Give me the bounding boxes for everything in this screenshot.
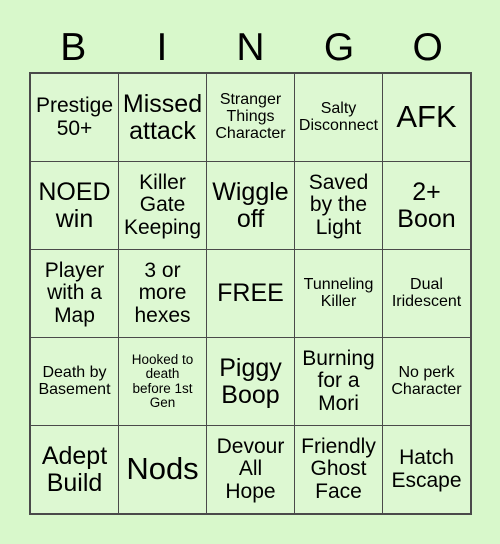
bingo-cell-r5c2[interactable]: Nods [119, 426, 206, 513]
bingo-cell-label: Dual Iridescent [391, 275, 462, 310]
bingo-cell-label: 2+ Boon [397, 178, 456, 233]
bingo-cell-r1c3[interactable]: Stranger Things Character [207, 74, 294, 161]
bingo-cell-r3c1[interactable]: Player with a Map [31, 250, 118, 337]
header-letter-b: B [60, 25, 87, 69]
header-letter-n: N [236, 25, 265, 69]
bingo-cell-label: Prestige 50+ [35, 94, 114, 140]
bingo-cell-r5c1[interactable]: Adept Build [31, 426, 118, 513]
bingo-header: B I N G O [29, 22, 472, 72]
bingo-cell-r5c5[interactable]: Hatch Escape [383, 426, 470, 513]
bingo-cell-r2c2[interactable]: Killer Gate Keeping [119, 162, 206, 249]
bingo-cell-r4c2[interactable]: Hooked to death before 1st Gen [119, 338, 206, 425]
bingo-cell-label: Nods [126, 451, 199, 487]
bingo-cell-label: Friendly Ghost Face [301, 435, 376, 503]
bingo-cell-label: Burning for a Mori [302, 347, 375, 415]
bingo-cell-label: Hatch Escape [391, 446, 462, 492]
bingo-cell-r4c4[interactable]: Burning for a Mori [295, 338, 382, 425]
bingo-cell-label: Stranger Things Character [215, 91, 286, 142]
bingo-cell-label: Wiggle off [212, 178, 289, 233]
bingo-cell-r1c4[interactable]: Salty Disconnect [295, 74, 382, 161]
bingo-cell-r4c5[interactable]: No perk Character [383, 338, 470, 425]
bingo-cell-r2c3[interactable]: Wiggle off [207, 162, 294, 249]
bingo-cell-r3c2[interactable]: 3 or more hexes [119, 250, 206, 337]
bingo-cell-r2c4[interactable]: Saved by the Light [295, 162, 382, 249]
bingo-cell-label: Hooked to death before 1st Gen [131, 351, 194, 410]
bingo-cell-label: Saved by the Light [308, 171, 369, 239]
bingo-cell-r4c1[interactable]: Death by Basement [31, 338, 118, 425]
bingo-cell-label: FREE [217, 279, 284, 308]
bingo-grid: Prestige 50+ Missed attack Stranger Things… [29, 72, 472, 515]
bingo-cell-label: NOED win [38, 178, 111, 233]
bingo-cell-label: Player with a Map [44, 259, 105, 327]
bingo-cell-label: Piggy Boop [219, 354, 282, 409]
bingo-cell-r5c4[interactable]: Friendly Ghost Face [295, 426, 382, 513]
bingo-cell-label: No perk Character [391, 363, 462, 398]
bingo-cell-label: AFK [396, 99, 457, 135]
bingo-cell-r1c1[interactable]: Prestige 50+ [31, 74, 118, 161]
bingo-cell-label: Adept Build [41, 442, 108, 497]
header-letter-i: I [156, 25, 168, 69]
bingo-cell-r2c1[interactable]: NOED win [31, 162, 118, 249]
header-letter-g: G [323, 25, 355, 69]
bingo-cell-label: Tunneling Killer [303, 275, 374, 310]
bingo-card: B I N G O Prestige 50+ Missed attack Stran… [0, 0, 500, 544]
bingo-cell-r4c3[interactable]: Piggy Boop [207, 338, 294, 425]
bingo-cell-r3c5[interactable]: Dual Iridescent [383, 250, 470, 337]
bingo-cell-label: Missed attack [122, 90, 203, 145]
header-letter-o: O [412, 25, 443, 69]
bingo-cell-label: Killer Gate Keeping [123, 171, 202, 239]
bingo-cell-r1c5[interactable]: AFK [383, 74, 470, 161]
bingo-cell-r3c4[interactable]: Tunneling Killer [295, 250, 382, 337]
bingo-cell-label: Salty Disconnect [298, 99, 379, 134]
bingo-cell-r1c2[interactable]: Missed attack [119, 74, 206, 161]
bingo-cell-r3c3[interactable]: FREE [207, 250, 294, 337]
bingo-cell-label: Death by Basement [38, 363, 111, 398]
bingo-cell-r2c5[interactable]: 2+ Boon [383, 162, 470, 249]
bingo-cell-r5c3[interactable]: Devour All Hope [207, 426, 294, 513]
bingo-cell-label: 3 or more hexes [134, 259, 191, 327]
bingo-cell-label: Devour All Hope [216, 435, 285, 503]
